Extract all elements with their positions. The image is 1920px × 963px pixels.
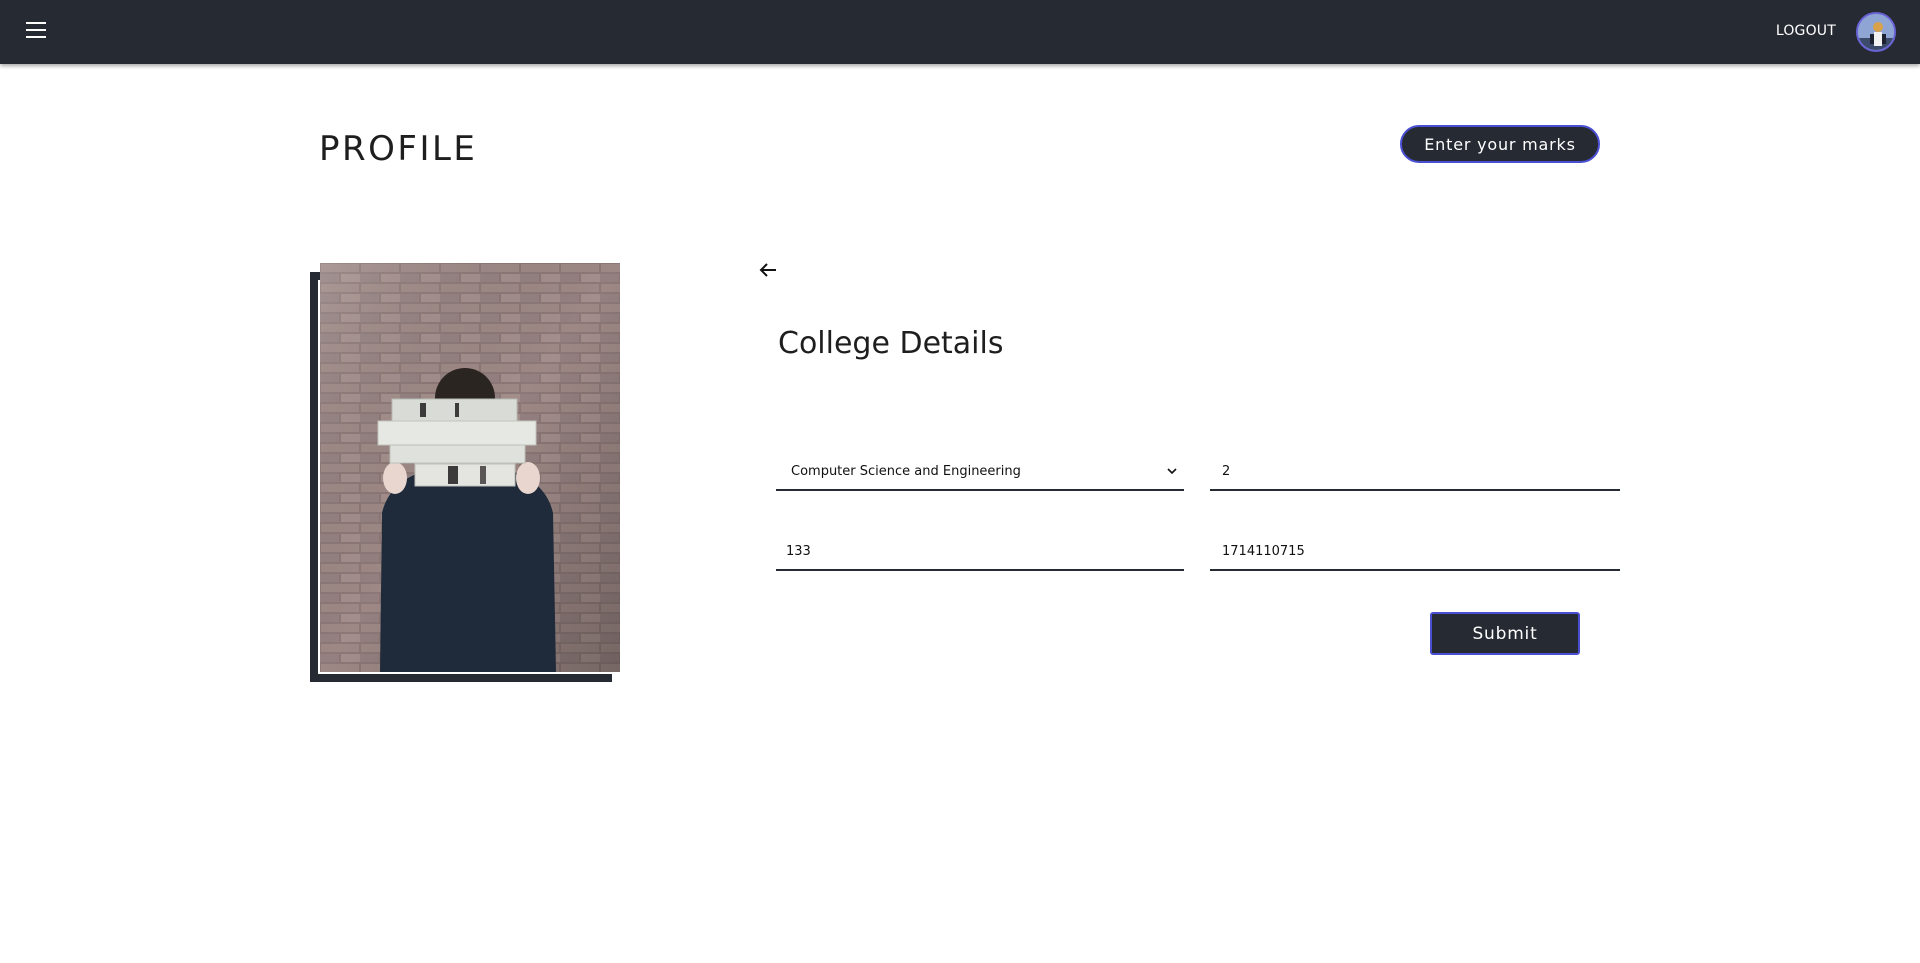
logout-button[interactable]: LOGOUT [1776, 23, 1836, 39]
roll-number-input-value: 133 [786, 543, 811, 559]
enter-marks-button[interactable]: Enter your marks [1400, 125, 1600, 163]
semester-input[interactable]: 2 [1210, 453, 1620, 491]
chevron-down-icon [1167, 468, 1177, 475]
profile-illustration-image [320, 263, 620, 672]
department-select[interactable]: Computer Science and Engineering [776, 453, 1184, 491]
top-navbar: LOGOUT [0, 0, 1920, 64]
page-title: PROFILE [319, 129, 478, 169]
roll-number-input[interactable]: 133 [776, 533, 1184, 571]
college-details-title: College Details [778, 326, 1004, 361]
submit-button[interactable]: Submit [1430, 612, 1580, 655]
register-number-input-value: 1714110715 [1222, 543, 1305, 559]
semester-input-value: 2 [1222, 463, 1231, 479]
register-number-input[interactable]: 1714110715 [1210, 533, 1620, 571]
hamburger-menu-icon[interactable] [24, 22, 48, 42]
user-avatar[interactable] [1856, 12, 1896, 52]
back-arrow-icon[interactable] [756, 258, 780, 282]
department-select-value: Computer Science and Engineering [791, 463, 1021, 479]
